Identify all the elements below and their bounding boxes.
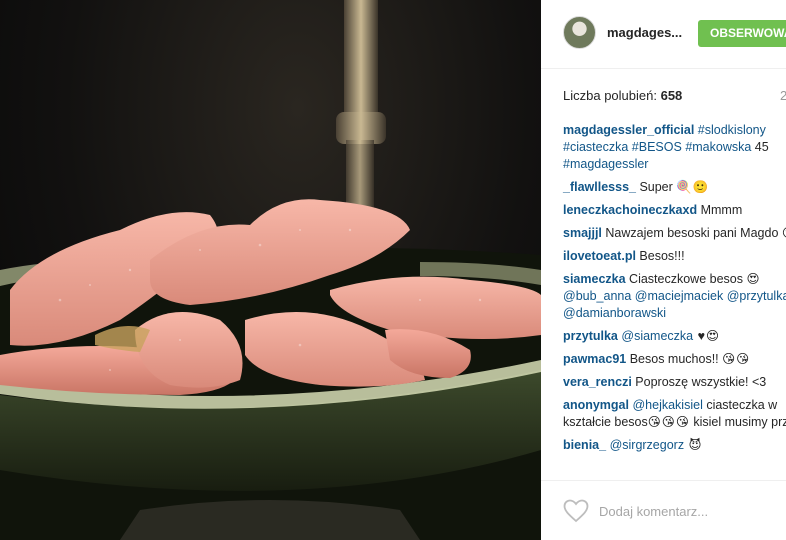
post-photo[interactable] <box>0 0 541 540</box>
comment-username[interactable]: smajjjl <box>563 226 602 240</box>
emoji: 😘😘😘 <box>647 415 690 429</box>
caption-username[interactable]: magdagessler_official <box>563 123 694 137</box>
comment-username[interactable]: przytulka <box>563 329 618 343</box>
mention[interactable]: @sirgrzegorz <box>610 438 685 452</box>
comment: leneczkachoineczkaxd Mmmm <box>563 202 786 219</box>
comment-text: Super <box>635 180 677 194</box>
photo-illustration <box>0 0 541 540</box>
likes-count: 658 <box>660 88 683 103</box>
hashtag[interactable]: #BESOS <box>632 140 682 154</box>
comment-text: kisiel musimy przepis <box>693 415 786 429</box>
emoji: 😈 <box>684 438 703 452</box>
comment-username[interactable]: leneczkachoineczkaxd <box>563 203 697 217</box>
emoji: 😘😘 <box>722 352 751 366</box>
hashtag[interactable]: #ciasteczka <box>563 140 628 154</box>
emoji: ♥😍 <box>693 329 721 343</box>
comment-username[interactable]: ilovetoeat.pl <box>563 249 636 263</box>
comment-text: Mmmm <box>697 203 743 217</box>
emoji: 😘😘 <box>782 226 786 240</box>
hashtag[interactable]: #magdagessler <box>563 157 648 171</box>
comment-username[interactable]: anonymgal <box>563 398 629 412</box>
comment-text: Poproszę wszystkie! <3 <box>631 375 767 389</box>
mention[interactable]: @hejkakisiel <box>632 398 702 412</box>
mention[interactable]: @bub_anna <box>563 289 631 303</box>
comment: anonymgal @hejkakisiel ciasteczka w kszt… <box>563 397 786 431</box>
likes-row[interactable]: Liczba polubień: 658 <box>563 88 682 103</box>
comment: _flawllesss_ Super 🍭🙂 <box>563 179 786 196</box>
likes-label: Liczba polubień: <box>563 88 657 103</box>
mention[interactable]: @maciejmaciek <box>635 289 723 303</box>
comment: pawmac91 Besos muchos!! 😘😘 <box>563 351 786 368</box>
comment-username[interactable]: vera_renczi <box>563 375 632 389</box>
follow-button[interactable]: OBSERWOWA <box>698 20 786 47</box>
mention[interactable]: @siameczka <box>621 329 693 343</box>
emoji: 🍭🙂 <box>676 180 710 194</box>
comment-text: Ciasteczkowe besos 😍 <box>625 272 760 286</box>
comment-text: Besos!!! <box>635 249 685 263</box>
post-sidebar: magdages... OBSERWOWA Liczba polubień: 6… <box>541 0 786 540</box>
comments-list: magdagessler_official #slodkislony #cias… <box>563 122 786 460</box>
comment: bienia_ @sirgrzegorz 😈 <box>563 437 786 454</box>
hashtag[interactable]: #slodkislony <box>698 123 766 137</box>
hashtag[interactable]: #makowska <box>685 140 751 154</box>
comment: przytulka @siameczka ♥😍 <box>563 328 786 345</box>
post-time[interactable]: 2 <box>780 88 786 103</box>
avatar[interactable] <box>563 16 596 49</box>
comment-text: Besos muchos!! <box>626 352 723 366</box>
mention[interactable]: @damianborawski <box>563 306 666 320</box>
comment-username[interactable]: _flawllesss_ <box>563 180 636 194</box>
heart-icon[interactable] <box>563 499 589 523</box>
comment-text: Nawzajem besoski pani Magdo <box>601 226 782 240</box>
header-username[interactable]: magdages... <box>607 25 682 40</box>
add-comment-input[interactable] <box>597 498 781 524</box>
comment: ilovetoeat.pl Besos!!! <box>563 248 786 265</box>
caption-text: 45 <box>751 140 769 154</box>
post-header: magdages... OBSERWOWA <box>541 0 786 69</box>
comment: smajjjl Nawzajem besoski pani Magdo 😘😘 <box>563 225 786 242</box>
mention[interactable]: @przytulka <box>727 289 786 303</box>
comment: vera_renczi Poproszę wszystkie! <3 <box>563 374 786 391</box>
comment: siameczka Ciasteczkowe besos 😍 @bub_anna… <box>563 271 786 322</box>
caption: magdagessler_official #slodkislony #cias… <box>563 122 786 173</box>
comment-username[interactable]: siameczka <box>563 272 626 286</box>
post-footer <box>541 480 786 540</box>
comment-username[interactable]: pawmac91 <box>563 352 626 366</box>
comment-username[interactable]: bienia_ <box>563 438 606 452</box>
